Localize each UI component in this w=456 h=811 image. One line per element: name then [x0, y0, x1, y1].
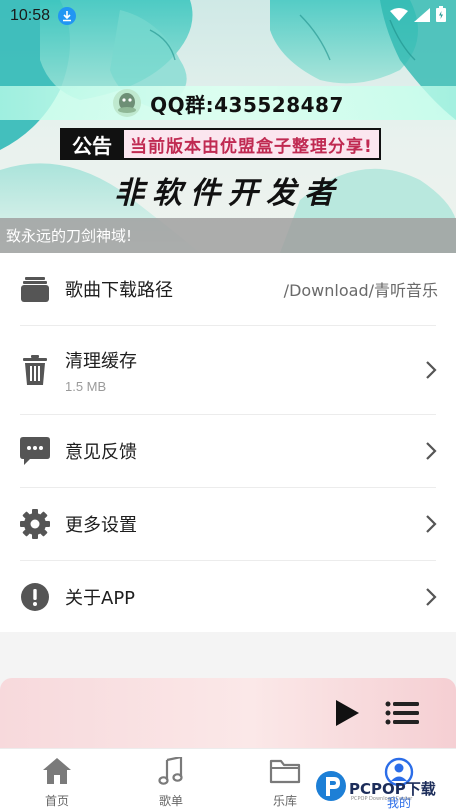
notice-tag: 公告 [60, 128, 124, 160]
play-icon[interactable] [330, 696, 364, 730]
developer-text: 非软件开发者 [114, 176, 342, 211]
chevron-right-icon [424, 441, 438, 461]
settings-item-more-settings[interactable]: 更多设置 [0, 488, 456, 560]
trash-icon [20, 355, 50, 385]
tab-library[interactable]: 乐库 [245, 757, 325, 809]
settings-item-label: 更多设置 [65, 515, 137, 536]
status-time: 10:58 [10, 7, 51, 24]
tab-home[interactable]: 首页 [17, 757, 97, 809]
folder-icon [269, 757, 301, 789]
settings-list: 歌曲下载路径 /Download/青听音乐 清理缓存 1.5 MB 意见反馈 更… [0, 253, 456, 632]
exclamation-circle-icon [20, 582, 50, 612]
tab-label: 首页 [44, 794, 69, 808]
watermark-small-text: PCPOP Download Center [351, 796, 413, 802]
tab-label: 乐库 [272, 794, 297, 808]
download-path-value: /Download/青听音乐 [283, 281, 438, 300]
notice-banner: 公告 当前版本由优盟盒子整理分享! [60, 128, 381, 160]
folder-stack-icon [20, 274, 50, 304]
qq-group-text: QQ群:435528487 [150, 92, 344, 117]
playlist-icon[interactable] [384, 698, 420, 728]
settings-item-label: 歌曲下载路径 [65, 280, 173, 301]
chevron-right-icon [424, 360, 438, 380]
tab-playlists[interactable]: 歌单 [131, 755, 211, 809]
marquee-ticker: 致永远的刀剑神域! [0, 218, 456, 253]
chat-bubble-icon [20, 436, 50, 466]
qq-penguin-icon [112, 88, 142, 118]
qq-group-banner: QQ群:435528487 [0, 86, 456, 120]
settings-item-feedback[interactable]: 意见反馈 [0, 415, 456, 487]
wifi-icon [390, 7, 408, 26]
signal-icon [414, 7, 430, 26]
settings-item-label: 意见反馈 [65, 442, 137, 463]
chevron-right-icon [424, 587, 438, 607]
music-note-icon [157, 755, 185, 789]
pcpop-watermark: PCPOP下载 PCPOP Download Center [315, 770, 456, 806]
cache-size: 1.5 MB [65, 378, 107, 394]
battery-icon [436, 6, 446, 26]
mini-player-bar[interactable] [0, 678, 456, 748]
settings-item-download-path[interactable]: 歌曲下载路径 /Download/青听音乐 [0, 253, 456, 325]
header-banner: 10:58 QQ群:435528487 公告 当前版本由优盟盒子整理分享! 非软… [0, 0, 456, 253]
status-bar: 10:58 [0, 0, 456, 32]
settings-item-about[interactable]: 关于APP [0, 561, 456, 632]
home-icon [42, 757, 72, 789]
download-notification-icon [58, 7, 77, 25]
tab-label: 歌单 [158, 794, 183, 808]
notice-text: 当前版本由优盟盒子整理分享! [124, 128, 381, 160]
banner-artwork [0, 0, 456, 253]
chevron-right-icon [424, 514, 438, 534]
gear-icon [20, 509, 50, 539]
settings-item-clear-cache[interactable]: 清理缓存 1.5 MB [0, 326, 456, 414]
pcpop-logo-icon [315, 770, 347, 806]
settings-item-label: 关于APP [65, 587, 136, 609]
settings-item-label: 清理缓存 [65, 350, 137, 372]
